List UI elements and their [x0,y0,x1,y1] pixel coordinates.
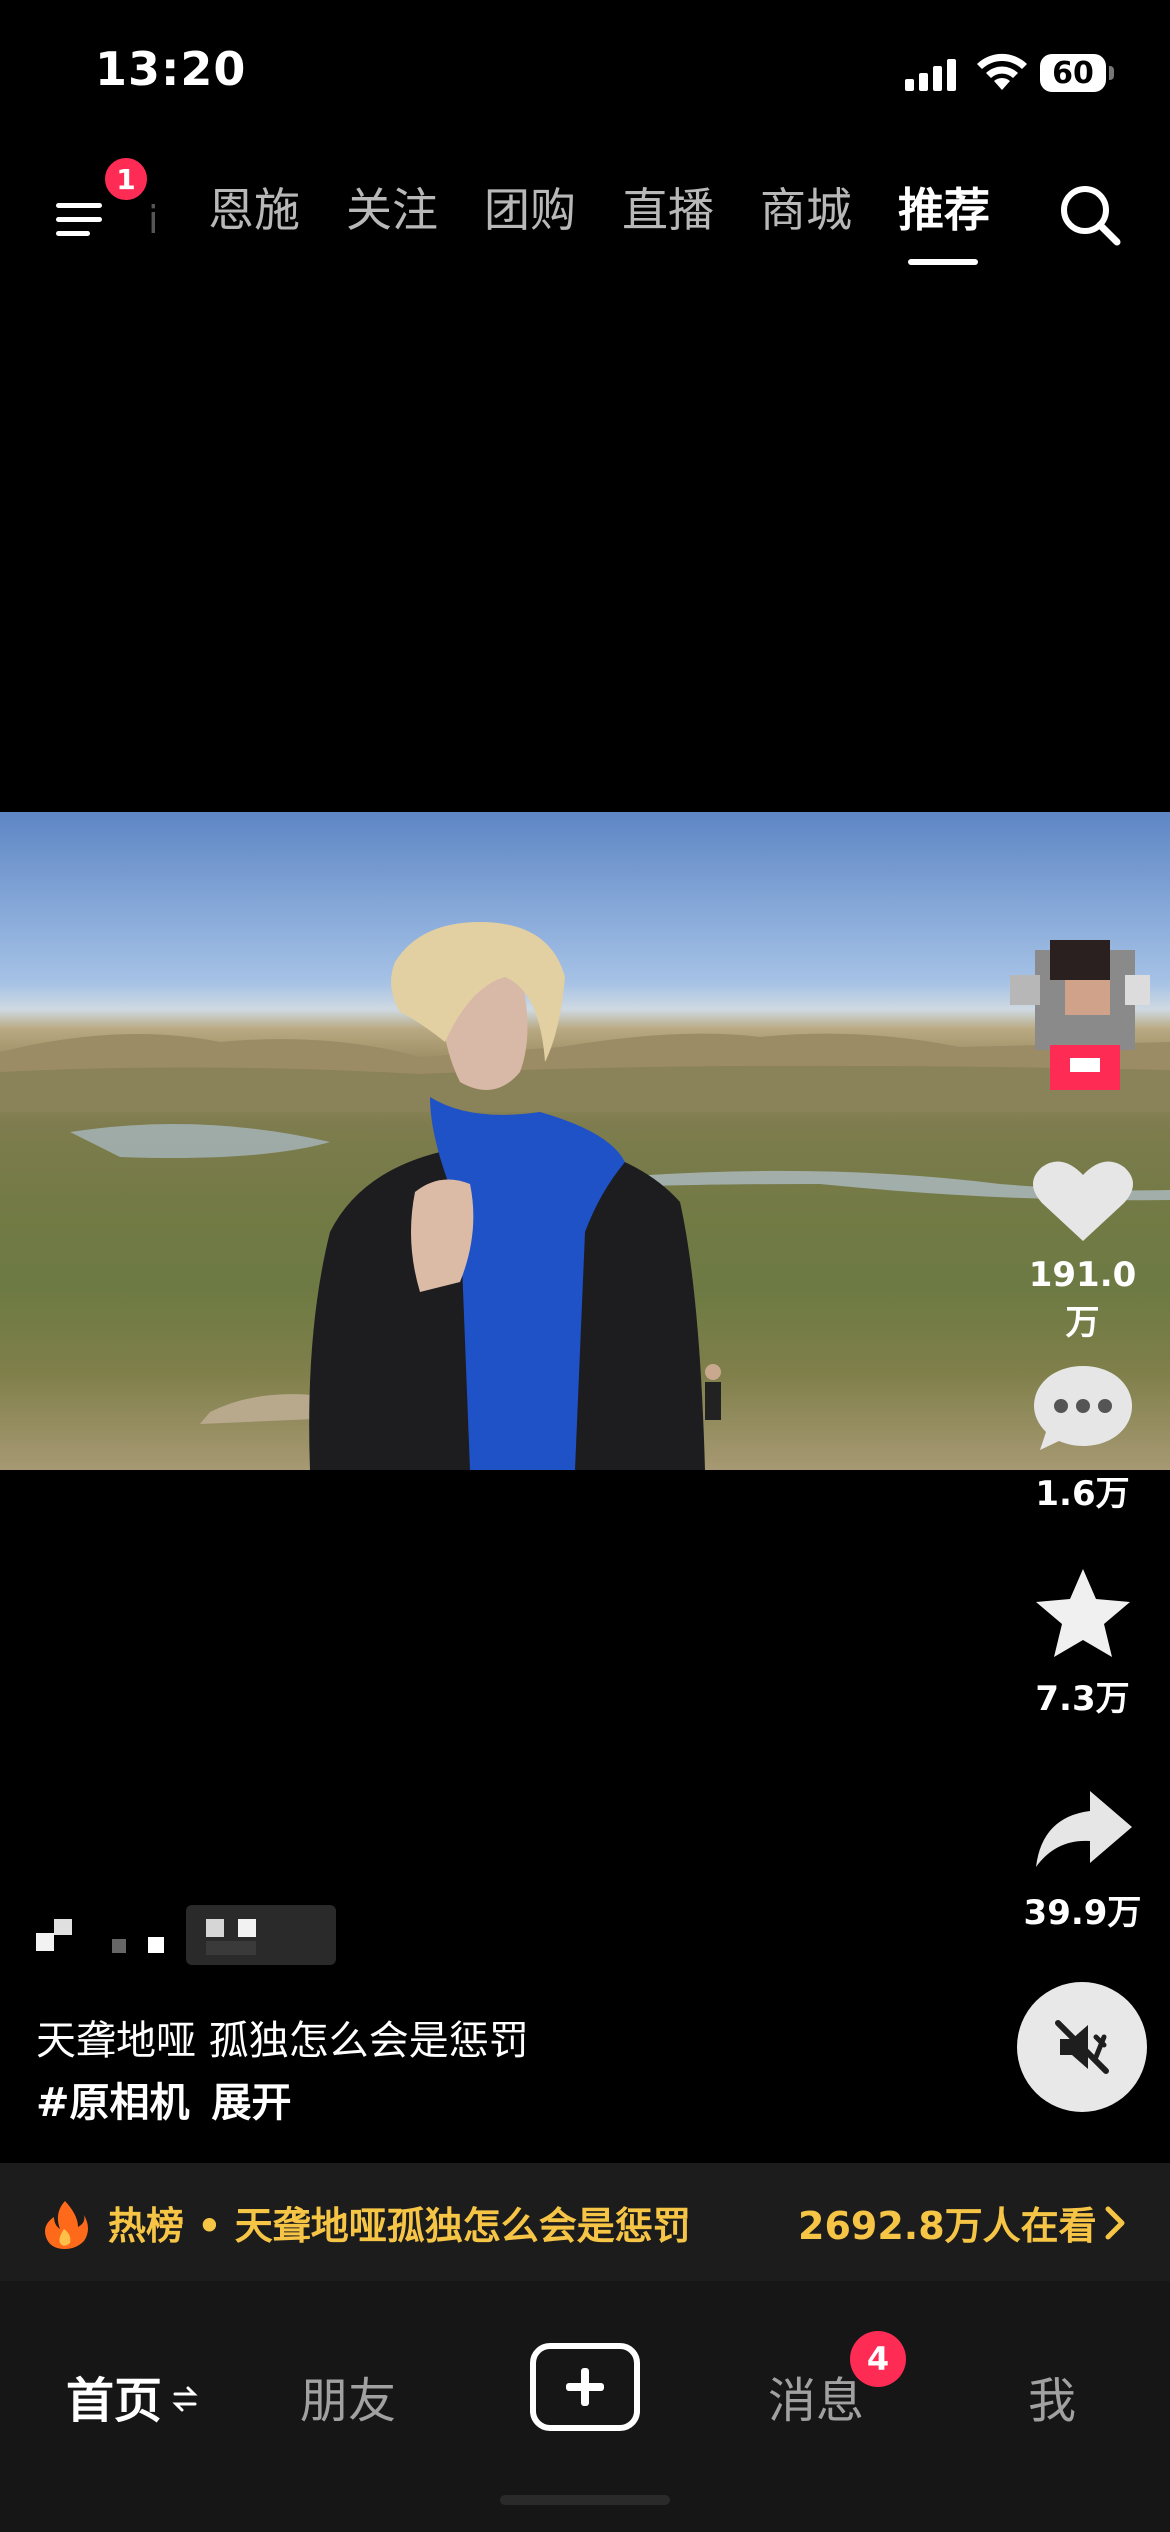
home-indicator [500,2495,670,2505]
share-arrow-icon [1035,1791,1132,1867]
hot-list-bar[interactable]: 热榜 • 天聋地哑孤独怎么会是惩罚 2692.8万人在看 [0,2163,1170,2281]
expand-button[interactable]: 展开 [212,2080,292,2126]
comment-button[interactable]: 1.6万 [1020,1360,1145,1515]
top-nav: 1 i 恩施 关注 团购 直播 商城 推荐 [0,150,1170,290]
tab-home[interactable]: 首页 [66,2361,162,2431]
author-name-pixelated[interactable] [36,1905,336,1965]
swap-arrows-icon[interactable] [172,2381,198,2417]
video-caption: 天聋地哑 孤独怎么会是惩罚 #原相机 展开 [36,2010,529,2134]
wifi-icon [977,53,1027,90]
messages-badge: 4 [850,2331,906,2387]
video-player[interactable] [0,812,1170,1470]
tab-following[interactable]: 关注 [346,175,484,245]
tab-group-buy[interactable]: 团购 [484,175,622,245]
share-count: 39.9万 [1023,1893,1142,1933]
plus-icon [566,2368,604,2406]
tab-recommend[interactable]: 推荐 [898,175,1036,265]
flame-icon [45,2201,88,2249]
cellular-signal-icon [905,57,957,91]
favorite-button[interactable]: 7.3万 [1020,1565,1145,1720]
tab-mall[interactable]: 商城 [760,175,898,245]
status-bar: 13:20 60 [0,0,1170,140]
author-avatar[interactable] [1010,930,1150,1090]
tab-partial-hidden[interactable]: i [148,198,159,242]
video-frame-image [0,922,1170,1470]
tab-me[interactable]: 我 [1028,2361,1076,2431]
tab-enshi[interactable]: 恩施 [208,175,346,245]
like-count: 191.0万 [1028,1255,1137,1343]
favorite-count: 7.3万 [1035,1679,1130,1719]
tab-live[interactable]: 直播 [622,175,760,245]
star-icon [1035,1569,1130,1657]
status-time: 13:20 [95,42,247,96]
top-tabs: 恩施 关注 团购 直播 商城 推荐 [208,175,1036,265]
add-content-button[interactable] [530,2343,640,2431]
mute-button[interactable] [1017,1982,1147,2112]
tab-messages[interactable]: 消息 [768,2361,864,2431]
tab-friends[interactable]: 朋友 [300,2361,396,2431]
hot-list-title: 热榜 • 天聋地哑孤独怎么会是惩罚 [108,2204,691,2248]
comment-icon [1033,1366,1132,1450]
search-icon[interactable] [1055,180,1125,250]
like-button[interactable]: 191.0万 [1020,1155,1145,1344]
comment-count: 1.6万 [1035,1474,1130,1514]
caption-text: 天聋地哑 孤独怎么会是惩罚 [36,2018,529,2064]
speaker-muted-icon [1055,2020,1109,2074]
heart-icon [1032,1161,1133,1241]
chevron-right-icon [1105,2206,1125,2240]
hashtag-link[interactable]: #原相机 [36,2080,190,2126]
watching-count: 2692.8万人在看 [798,2204,1097,2248]
menu-notification-badge: 1 [102,155,150,203]
share-button[interactable]: 39.9万 [1020,1785,1145,1934]
battery-icon: 60 [1040,54,1114,92]
